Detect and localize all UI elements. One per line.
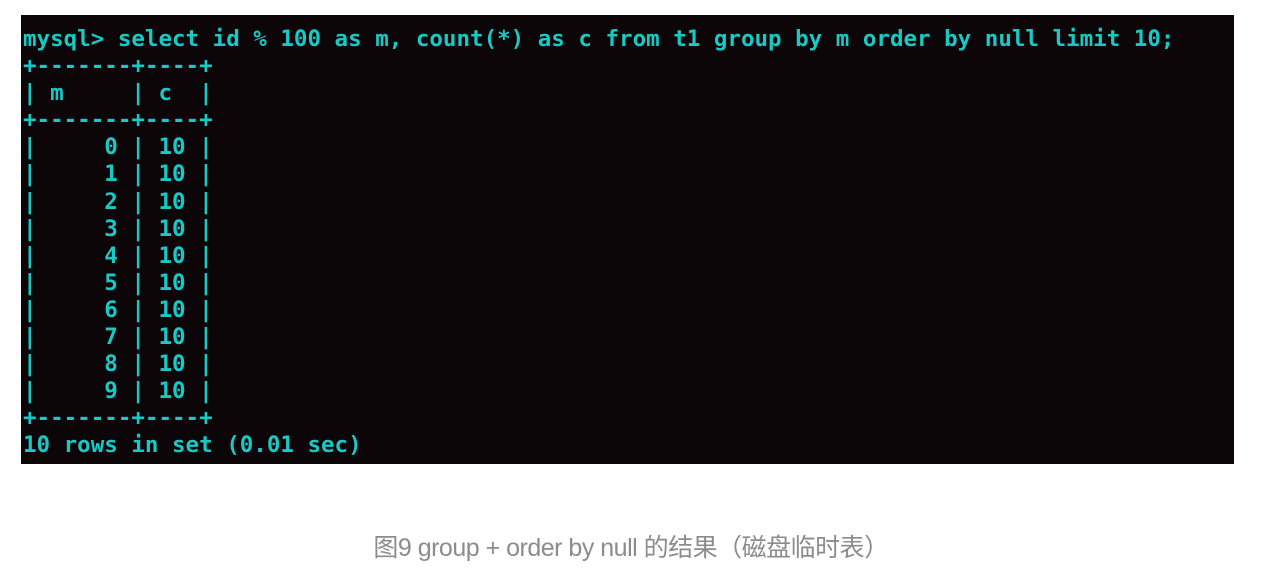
table-row: | 9 | 10 | xyxy=(23,378,213,405)
table-row: | 0 | 10 | xyxy=(23,134,213,161)
table-row: | 6 | 10 | xyxy=(23,296,213,323)
result-summary: 10 rows in set (0.01 sec) xyxy=(23,432,362,459)
terminal-window[interactable]: mysql> select id % 100 as m, count(*) as… xyxy=(21,15,1234,464)
table-border-bottom: +-------+----+ xyxy=(23,405,213,432)
table-row: | 3 | 10 | xyxy=(23,215,213,242)
table-row: | 7 | 10 | xyxy=(23,324,213,351)
table-row: | 1 | 10 | xyxy=(23,161,213,188)
table-border-top: +-------+----+ xyxy=(23,53,213,80)
table-row: | 8 | 10 | xyxy=(23,351,213,378)
sql-command-line: mysql> select id % 100 as m, count(*) as… xyxy=(23,26,1175,52)
terminal-output: mysql> select id % 100 as m, count(*) as… xyxy=(23,26,1174,460)
table-border-header: +-------+----+ xyxy=(23,107,213,134)
table-header-row: | m | c | xyxy=(23,80,213,107)
table-row: | 5 | 10 | xyxy=(23,269,213,296)
table-row: | 4 | 10 | xyxy=(23,242,213,269)
figure-caption: 图9 group + order by null 的结果（磁盘临时表） xyxy=(373,534,889,562)
table-row: | 2 | 10 | xyxy=(23,188,213,215)
